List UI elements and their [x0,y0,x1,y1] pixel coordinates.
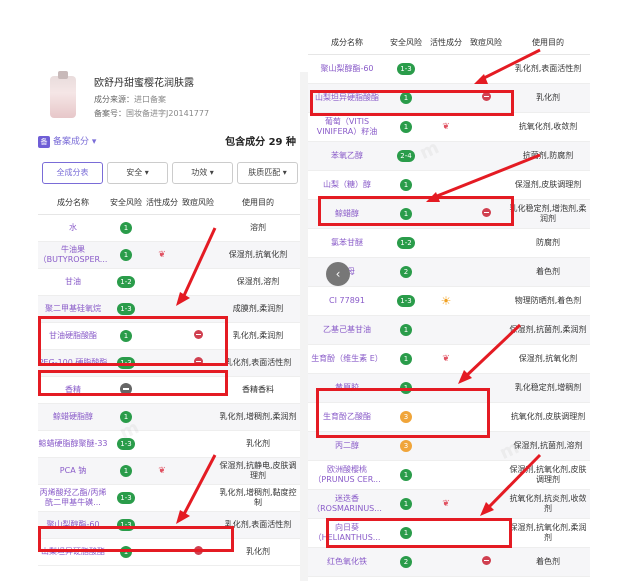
annotation-arrows [176,48,542,524]
